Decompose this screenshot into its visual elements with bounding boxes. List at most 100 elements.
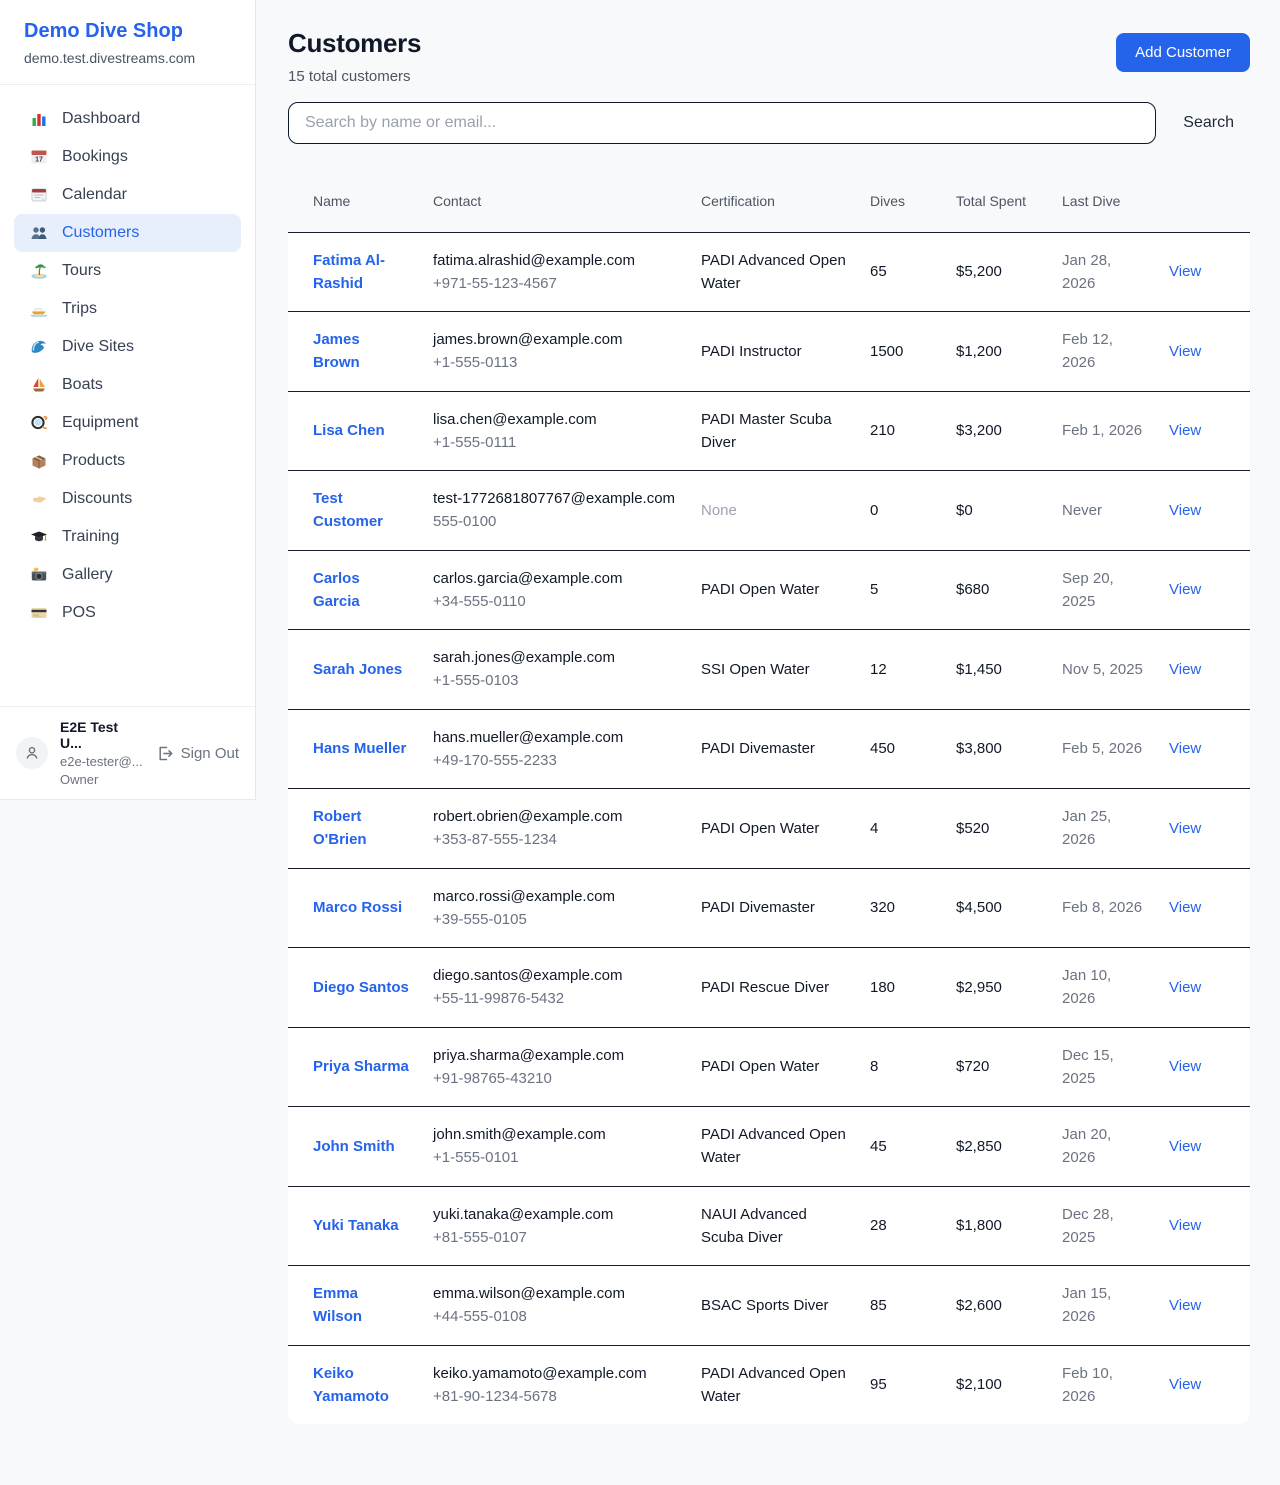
search-input[interactable] (288, 102, 1156, 144)
sidebar-nav: Dashboard 17 Bookings Calendar Customers… (0, 85, 255, 706)
sidebar-item-tours[interactable]: Tours (14, 252, 241, 290)
sidebar-item-label: Discounts (62, 490, 132, 508)
customer-total-spent: $520 (956, 820, 989, 837)
view-link[interactable]: View (1169, 820, 1201, 837)
view-link[interactable]: View (1169, 1058, 1201, 1075)
customer-name-link[interactable]: Marco Rossi (313, 899, 402, 916)
customer-name-link[interactable]: Yuki Tanaka (313, 1217, 399, 1234)
customer-name-link[interactable]: Keiko Yamamoto (313, 1365, 389, 1405)
table-row: Emma Wilson emma.wilson@example.com +44-… (288, 1266, 1250, 1346)
sidebar-item-training[interactable]: Training (14, 518, 241, 556)
view-link[interactable]: View (1169, 263, 1201, 280)
customer-phone: +49-170-555-2233 (433, 749, 677, 772)
customer-certification: NAUI Advanced Scuba Diver (701, 1206, 807, 1246)
sidebar-item-dive-sites[interactable]: Dive Sites (14, 328, 241, 366)
customer-certification: PADI Open Water (701, 1058, 819, 1075)
customer-name-link[interactable]: Robert O'Brien (313, 808, 367, 848)
customer-email: lisa.chen@example.com (433, 408, 677, 431)
customer-name-link[interactable]: Fatima Al-Rashid (313, 252, 385, 292)
sidebar-item-label: Customers (62, 224, 139, 242)
bar-chart-icon (30, 110, 48, 128)
view-link[interactable]: View (1169, 1376, 1201, 1393)
sidebar-item-label: Products (62, 452, 125, 470)
customer-email: emma.wilson@example.com (433, 1282, 677, 1305)
customer-last-dive: Feb 1, 2026 (1062, 422, 1142, 439)
sidebar-item-gallery[interactable]: Gallery (14, 556, 241, 594)
customer-email: yuki.tanaka@example.com (433, 1203, 677, 1226)
customer-email: fatima.alrashid@example.com (433, 249, 677, 272)
customer-name-link[interactable]: James Brown (313, 331, 360, 371)
column-header-contact: Contact (433, 170, 701, 232)
sidebar-item-pos[interactable]: POS (14, 594, 241, 632)
customer-name-link[interactable]: Test Customer (313, 490, 383, 530)
customer-name-link[interactable]: John Smith (313, 1138, 395, 1155)
page-header: Customers 15 total customers Add Custome… (288, 28, 1250, 85)
sidebar-item-customers[interactable]: Customers (14, 214, 241, 252)
table-row: Diego Santos diego.santos@example.com +5… (288, 948, 1250, 1028)
sidebar-item-trips[interactable]: Trips (14, 290, 241, 328)
sidebar-item-dashboard[interactable]: Dashboard (14, 100, 241, 138)
sidebar: Demo Dive Shop demo.test.divestreams.com… (0, 0, 256, 800)
customer-phone: +1-555-0101 (433, 1146, 677, 1169)
customer-dives: 210 (870, 422, 895, 439)
table-row: James Brown james.brown@example.com +1-5… (288, 312, 1250, 392)
sidebar-item-equipment[interactable]: Equipment (14, 404, 241, 442)
customer-name-link[interactable]: Sarah Jones (313, 661, 402, 678)
customer-last-dive: Jan 15, 2026 (1062, 1285, 1111, 1325)
customer-dives: 85 (870, 1297, 887, 1314)
view-link[interactable]: View (1169, 1217, 1201, 1234)
search-button[interactable]: Search (1183, 114, 1234, 132)
table-row: Marco Rossi marco.rossi@example.com +39-… (288, 868, 1250, 948)
view-link[interactable]: View (1169, 899, 1201, 916)
customer-phone: +39-555-0105 (433, 908, 677, 931)
sidebar-item-label: Training (62, 528, 119, 546)
customer-dives: 180 (870, 979, 895, 996)
customer-certification: SSI Open Water (701, 661, 810, 678)
brand-domain: demo.test.divestreams.com (24, 50, 231, 66)
sidebar-item-bookings[interactable]: 17 Bookings (14, 138, 241, 176)
view-link[interactable]: View (1169, 343, 1201, 360)
view-link[interactable]: View (1169, 1138, 1201, 1155)
speedboat-icon (30, 300, 48, 318)
sidebar-item-discounts[interactable]: Discounts (14, 480, 241, 518)
sidebar-item-label: Dive Sites (62, 338, 134, 356)
view-link[interactable]: View (1169, 581, 1201, 598)
view-link[interactable]: View (1169, 740, 1201, 757)
customer-name-link[interactable]: Carlos Garcia (313, 570, 360, 610)
sidebar-item-label: Dashboard (62, 110, 140, 128)
column-header-dives: Dives (870, 170, 956, 232)
customer-phone: +1-555-0113 (433, 351, 677, 374)
customer-name-link[interactable]: Priya Sharma (313, 1058, 409, 1075)
sidebar-item-label: Gallery (62, 566, 113, 584)
table-row: Fatima Al-Rashid fatima.alrashid@example… (288, 232, 1250, 312)
customer-last-dive: Jan 25, 2026 (1062, 808, 1111, 848)
sidebar-item-boats[interactable]: Boats (14, 366, 241, 404)
customer-last-dive: Feb 12, 2026 (1062, 331, 1113, 371)
search-row: Search (288, 102, 1250, 144)
view-link[interactable]: View (1169, 502, 1201, 519)
customer-phone: +34-555-0110 (433, 590, 677, 613)
customer-name-link[interactable]: Emma Wilson (313, 1285, 362, 1325)
sign-out-label: Sign Out (181, 745, 239, 762)
customer-name-link[interactable]: Diego Santos (313, 979, 409, 996)
view-link[interactable]: View (1169, 1297, 1201, 1314)
view-link[interactable]: View (1169, 422, 1201, 439)
table-row: Yuki Tanaka yuki.tanaka@example.com +81-… (288, 1186, 1250, 1266)
add-customer-button[interactable]: Add Customer (1116, 33, 1250, 72)
user-role: Owner (60, 772, 144, 787)
customer-last-dive: Jan 28, 2026 (1062, 252, 1111, 292)
sidebar-item-calendar[interactable]: Calendar (14, 176, 241, 214)
sign-out-button[interactable]: Sign Out (156, 745, 239, 762)
customer-total-spent: $0 (956, 502, 973, 519)
customer-certification: PADI Open Water (701, 581, 819, 598)
package-icon (30, 452, 48, 470)
view-link[interactable]: View (1169, 661, 1201, 678)
customer-dives: 95 (870, 1376, 887, 1393)
wave-icon (30, 338, 48, 356)
view-link[interactable]: View (1169, 979, 1201, 996)
customer-email: james.brown@example.com (433, 328, 677, 351)
sidebar-item-products[interactable]: Products (14, 442, 241, 480)
customer-name-link[interactable]: Hans Mueller (313, 740, 406, 757)
table-row: Lisa Chen lisa.chen@example.com +1-555-0… (288, 391, 1250, 471)
customer-name-link[interactable]: Lisa Chen (313, 422, 385, 439)
